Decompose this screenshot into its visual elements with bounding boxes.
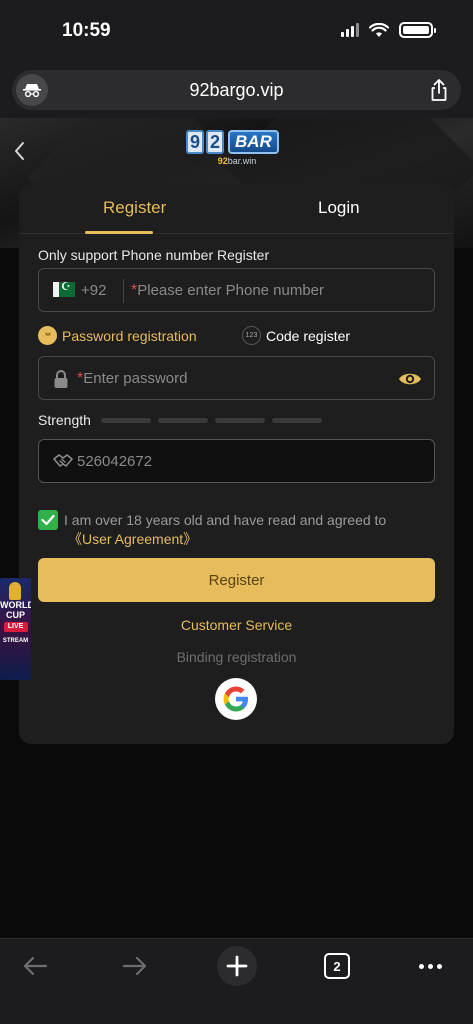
status-bar: 10:59 <box>0 0 473 62</box>
phone-placeholder[interactable]: *Please enter Phone number <box>131 282 324 300</box>
binding-registration-label: Binding registration <box>176 649 297 665</box>
status-icons <box>341 22 436 38</box>
arrow-left-icon <box>23 956 48 976</box>
invite-code-value[interactable]: 526042672 <box>77 453 152 470</box>
auth-tabs: Register Login <box>19 184 454 234</box>
password-registration-label: Password registration <box>62 327 197 344</box>
plus-icon <box>226 955 248 977</box>
world-cup-promo-banner[interactable]: WORLD CUP LIVE STREAM <box>0 578 31 680</box>
customer-service-link[interactable]: Customer Service <box>19 617 454 633</box>
password-registration-option[interactable]: ** Password registration <box>38 326 197 345</box>
more-icon <box>418 963 442 969</box>
strength-label: Strength <box>38 412 91 428</box>
address-bar[interactable]: 92bargo.vip <box>12 70 461 110</box>
tab-login[interactable]: Login <box>318 198 360 218</box>
google-signin-button[interactable] <box>215 678 257 720</box>
auth-card: Register Login Only support Phone number… <box>19 184 454 744</box>
strength-bar <box>100 417 151 423</box>
code-register-option[interactable]: 123 Code register <box>242 326 350 345</box>
browser-address-area: 92bargo.vip <box>0 62 473 118</box>
back-chevron-icon[interactable] <box>12 140 28 162</box>
logo-digit: 2 <box>206 130 224 154</box>
google-icon <box>223 686 248 712</box>
new-tab-button[interactable] <box>217 946 257 986</box>
browser-toolbar: 2 <box>0 938 473 1024</box>
support-note: Only support Phone number Register <box>38 247 270 263</box>
trophy-icon <box>9 582 21 600</box>
site-logo: 9 2 BAR 92bar.win <box>186 130 288 174</box>
url-text[interactable]: 92bargo.vip <box>12 80 461 101</box>
handshake-icon <box>53 454 73 467</box>
battery-icon <box>399 22 436 38</box>
back-button[interactable] <box>18 949 52 983</box>
eye-icon[interactable] <box>398 369 422 389</box>
agreement-text: I am over 18 years old and have read and… <box>64 512 387 528</box>
forward-button[interactable] <box>118 949 152 983</box>
register-button[interactable]: Register <box>38 558 435 602</box>
lock-icon <box>54 370 68 388</box>
agree-checkbox[interactable] <box>38 510 58 530</box>
tabs-button[interactable]: 2 <box>322 951 352 981</box>
user-agreement-link[interactable]: 《User Agreement》 <box>68 529 197 549</box>
tab-register[interactable]: Register <box>103 198 166 218</box>
arrow-right-icon <box>122 956 147 976</box>
share-icon[interactable] <box>429 78 449 102</box>
strength-bar <box>214 417 265 423</box>
check-icon <box>41 514 55 526</box>
logo-bar-text: BAR <box>228 130 279 154</box>
promo-text: WORLD CUP LIVE STREAM <box>0 600 31 644</box>
active-tab-indicator <box>85 231 153 234</box>
code-mode-icon: 123 <box>242 326 261 345</box>
country-code[interactable]: +92 <box>81 282 106 299</box>
phone-input[interactable]: +92 *Please enter Phone number <box>38 268 435 312</box>
wifi-icon <box>369 22 389 37</box>
divider <box>123 279 124 303</box>
pakistan-flag-icon[interactable] <box>53 280 75 297</box>
password-strength: Strength <box>38 412 329 428</box>
logo-digit: 9 <box>186 130 204 154</box>
strength-bar <box>271 417 322 423</box>
signal-icon <box>341 23 359 37</box>
more-button[interactable] <box>410 949 450 983</box>
code-register-label: Code register <box>266 327 351 344</box>
password-input[interactable]: *Enter password <box>38 356 435 400</box>
registration-mode-row: ** Password registration 123 Code regist… <box>38 326 435 348</box>
strength-bar <box>157 417 208 423</box>
logo-subtitle: 92bar.win <box>217 156 257 166</box>
invite-code-input[interactable]: 526042672 <box>38 439 435 483</box>
status-time: 10:59 <box>62 20 111 41</box>
web-content: 9 2 BAR 92bar.win Register Login Only su… <box>0 118 473 938</box>
password-mode-icon: ** <box>38 326 57 345</box>
tab-count: 2 <box>324 953 350 979</box>
password-placeholder[interactable]: *Enter password <box>77 370 187 388</box>
